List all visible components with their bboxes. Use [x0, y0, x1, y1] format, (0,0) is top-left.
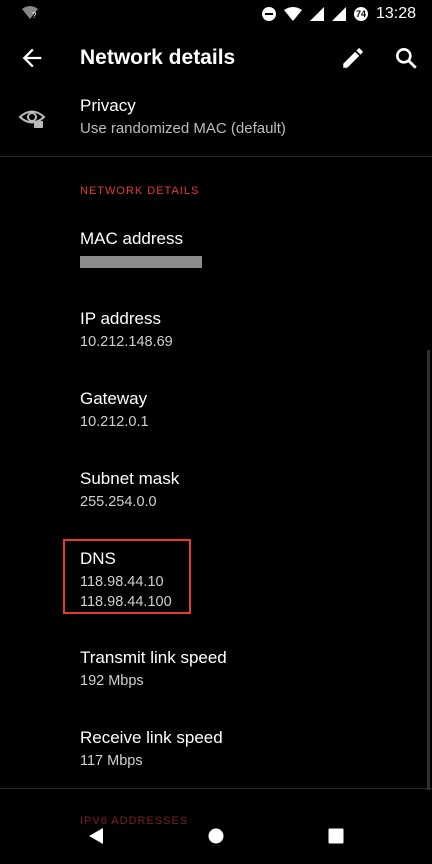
item-value: 10.212.148.69 — [80, 334, 173, 350]
signal-icon — [309, 7, 324, 21]
item-label: IP address — [80, 309, 161, 328]
dns-item[interactable]: DNS 118.98.44.10 118.98.44.100 — [80, 548, 172, 612]
page-title: Network details — [80, 46, 236, 69]
item-label: Subnet mask — [80, 469, 180, 488]
divider — [0, 788, 432, 789]
subnet-mask-item[interactable]: Subnet mask 255.254.0.0 — [80, 468, 179, 512]
item-value: 118.98.44.10 — [80, 574, 164, 590]
item-label: DNS — [80, 549, 116, 568]
status-time: 13:28 — [375, 5, 416, 22]
svg-text:?: ? — [32, 11, 37, 20]
transmit-link-speed-item[interactable]: Transmit link speed 192 Mbps — [80, 647, 227, 691]
privacy-row[interactable]: Privacy Use randomized MAC (default) — [0, 88, 432, 154]
item-value: 10.212.0.1 — [80, 414, 149, 430]
item-value-secondary: 118.98.44.100 — [80, 594, 172, 610]
navigation-bar — [0, 812, 432, 864]
item-value: 192 Mbps — [80, 673, 144, 689]
status-bar: ? 74 13:28 — [0, 0, 432, 30]
item-value: 255.254.0.0 — [80, 494, 157, 510]
battery-icon: 74 — [353, 7, 368, 21]
signal-icon — [331, 7, 346, 21]
wifi-icon — [283, 7, 302, 21]
back-arrow-icon[interactable] — [18, 44, 46, 72]
mac-address-item[interactable]: MAC address — [80, 228, 202, 268]
item-label: Receive link speed — [80, 728, 223, 747]
privacy-title: Privacy — [80, 96, 136, 115]
item-label: Transmit link speed — [80, 648, 227, 667]
section-header-network-details: NETWORK DETAILS — [80, 185, 200, 197]
wifi-question-icon: ? — [22, 6, 38, 20]
mac-address-redacted — [80, 256, 202, 268]
edit-pencil-icon[interactable] — [340, 45, 366, 71]
item-value: 117 Mbps — [80, 753, 143, 769]
do-not-disturb-icon — [261, 7, 276, 21]
back-triangle-icon[interactable] — [87, 826, 105, 846]
scrollbar[interactable] — [427, 350, 430, 790]
eye-lock-icon — [18, 110, 46, 128]
gateway-item[interactable]: Gateway 10.212.0.1 — [80, 388, 149, 432]
app-bar: Network details — [0, 30, 432, 86]
item-label: MAC address — [80, 229, 183, 248]
ip-address-item[interactable]: IP address 10.212.148.69 — [80, 308, 173, 352]
receive-link-speed-item[interactable]: Receive link speed 117 Mbps — [80, 727, 223, 771]
item-label: Gateway — [80, 389, 148, 408]
divider — [0, 156, 432, 157]
recents-square-icon[interactable] — [327, 826, 345, 846]
search-icon[interactable] — [393, 45, 419, 71]
home-circle-icon[interactable] — [207, 826, 225, 846]
privacy-subtitle: Use randomized MAC (default) — [80, 120, 286, 137]
